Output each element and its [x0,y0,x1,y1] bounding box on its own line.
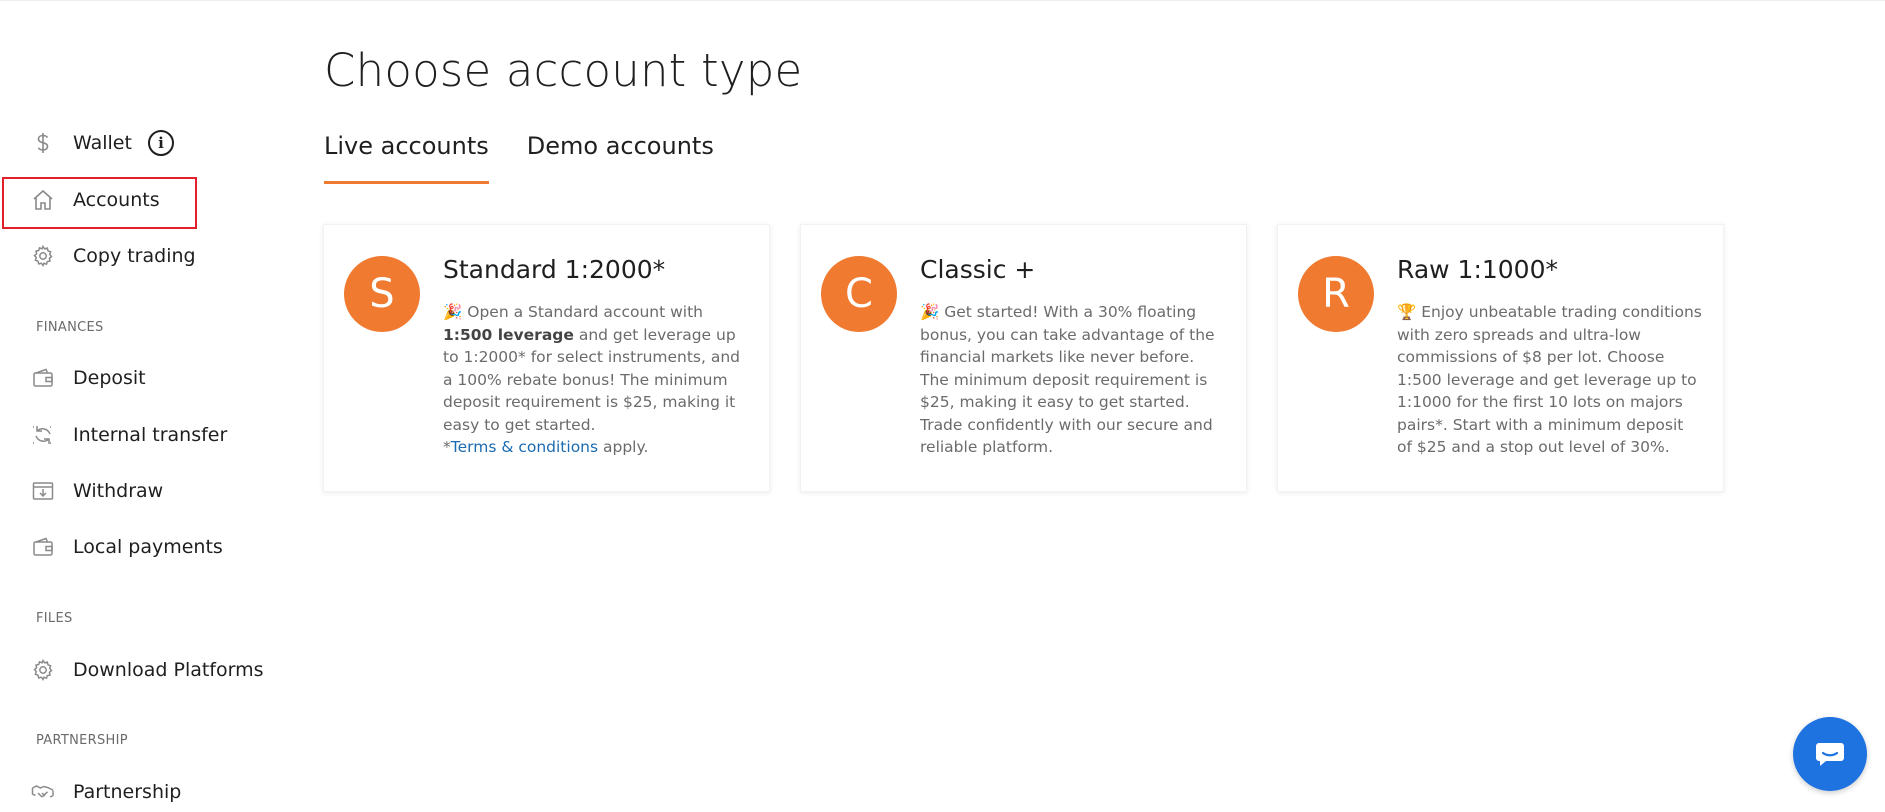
account-card-raw[interactable]: R Raw 1:1000* 🏆 Enjoy unbeatable trading… [1277,224,1724,492]
account-card-standard[interactable]: S Standard 1:2000* 🎉 Open a Standard acc… [323,224,770,492]
sidebar-item-withdraw[interactable]: Withdraw [30,471,163,511]
terms-link[interactable]: Terms & conditions [451,438,598,456]
account-avatar: C [821,256,897,332]
tab-live-accounts[interactable]: Live accounts [324,128,489,184]
sidebar-item-copy-trading[interactable]: Copy trading [30,236,196,276]
chat-icon [1815,741,1845,767]
account-avatar: S [344,256,420,332]
gear-icon [30,243,56,269]
sidebar-item-internal-transfer[interactable]: Internal transfer [30,415,227,455]
transfer-icon [30,422,56,448]
sidebar-item-local-payments[interactable]: Local payments [30,527,223,567]
party-emoji: 🎉 [920,303,940,321]
sidebar-item-label: Accounts [73,189,160,211]
wallet-icon [30,365,56,391]
sidebar-item-label: Copy trading [73,245,196,267]
sidebar-item-label: Partnership [73,781,182,803]
account-title: Raw 1:1000* [1397,255,1558,284]
handshake-icon [30,779,56,805]
sidebar-item-label: Local payments [73,536,223,558]
sidebar-item-label: Internal transfer [73,424,228,446]
page-title: Choose account type [324,44,803,97]
sidebar-item-accounts[interactable]: Accounts [30,180,160,220]
section-heading-files: FILES [36,611,73,626]
chat-button[interactable] [1793,717,1867,791]
sidebar-item-partnership[interactable]: Partnership [30,772,181,812]
sidebar: Wallet i Accounts Copy trading FINANCES … [0,0,300,807]
account-description: 🎉 Get started! With a 30% floating bonus… [920,303,1215,456]
party-emoji: 🎉 [443,303,463,321]
sidebar-item-deposit[interactable]: Deposit [30,358,146,398]
gear-icon [30,657,56,683]
home-icon [30,187,56,213]
account-description: 🏆 Enjoy unbeatable trading conditions wi… [1397,303,1702,456]
sidebar-item-download-platforms[interactable]: Download Platforms [30,650,264,690]
section-heading-partnership: PARTNERSHIP [36,733,128,748]
sidebar-item-wallet[interactable]: Wallet i [30,123,174,163]
account-title: Standard 1:2000* [443,255,666,284]
account-avatar: R [1298,256,1374,332]
tab-demo-accounts[interactable]: Demo accounts [527,128,714,184]
sidebar-item-label: Download Platforms [73,659,264,681]
section-heading-finances: FINANCES [36,320,104,335]
account-card-classic[interactable]: C Classic + 🎉 Get started! With a 30% fl… [800,224,1247,492]
account-title: Classic + [920,255,1036,284]
trophy-emoji: 🏆 [1397,303,1417,321]
wallet-icon [30,534,56,560]
account-description: 🎉 Open a Standard account with 1:500 lev… [443,303,741,456]
sidebar-item-label: Withdraw [73,480,164,502]
sidebar-item-label: Wallet [73,132,132,154]
account-tabs: Live accounts Demo accounts [324,128,714,184]
info-icon[interactable]: i [147,130,174,156]
sidebar-item-label: Deposit [73,367,146,389]
dollar-icon [30,130,56,156]
withdraw-icon [30,478,56,504]
